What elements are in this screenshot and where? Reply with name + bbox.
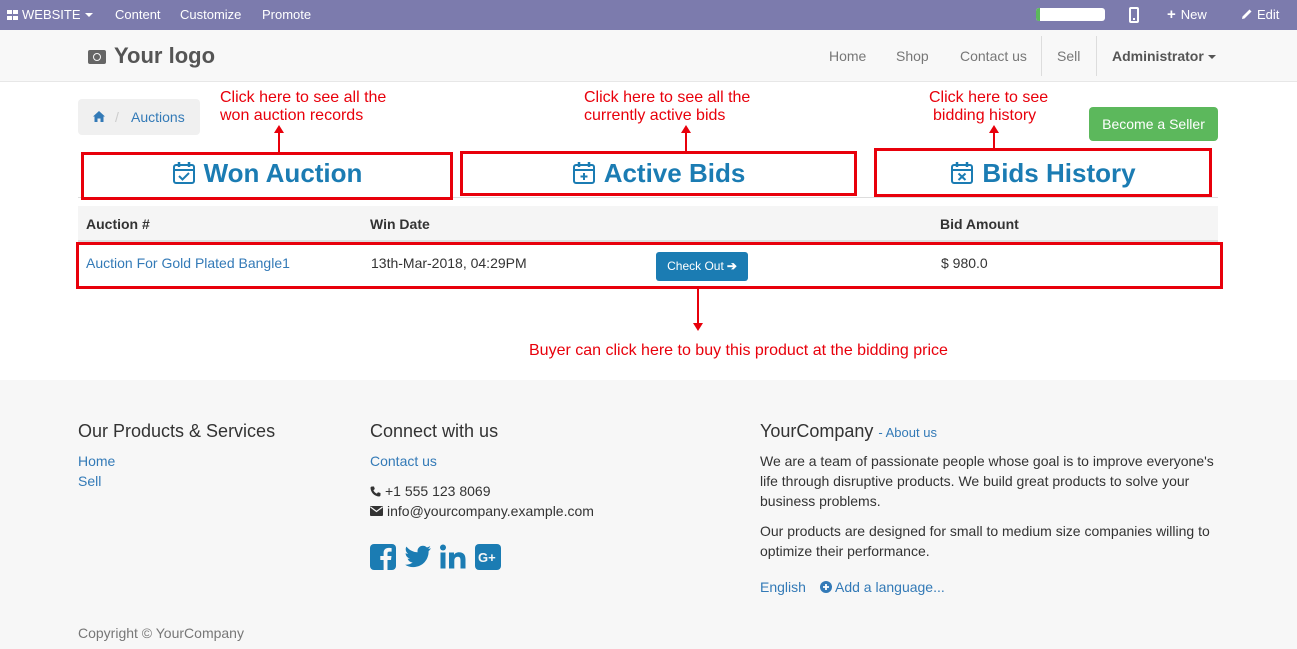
progress-fill bbox=[1036, 8, 1041, 21]
footer-connect-title: Connect with us bbox=[370, 421, 499, 441]
new-button[interactable]: + New bbox=[1167, 0, 1207, 30]
caret-down-icon bbox=[84, 13, 93, 17]
plus-icon: + bbox=[1167, 6, 1176, 23]
footer-company-title: YourCompany - About us bbox=[760, 421, 937, 442]
highlight-won-row bbox=[76, 242, 1223, 289]
logo-text: Your logo bbox=[114, 43, 216, 68]
arrow-up-icon bbox=[681, 125, 691, 151]
highlight-active-bids bbox=[460, 151, 857, 196]
google-plus-icon[interactable]: G+ bbox=[475, 544, 501, 570]
phone-number: +1 555 123 8069 bbox=[385, 483, 491, 499]
footer-contact-link[interactable]: Contact us bbox=[370, 453, 437, 469]
pencil-icon bbox=[1242, 9, 1252, 19]
annotation-active-line1: Click here to see all the bbox=[584, 89, 751, 106]
website-menu[interactable]: WEBSITE bbox=[7, 0, 93, 30]
content-menu[interactable]: Content bbox=[115, 0, 161, 30]
edit-button[interactable]: Edit bbox=[1241, 0, 1279, 30]
linkedin-icon[interactable] bbox=[440, 544, 467, 570]
company-description: We are a team of passionate people whose… bbox=[760, 453, 1214, 509]
footer-link-sell[interactable]: Sell bbox=[78, 473, 101, 489]
company-description-2: Our products are designed for small to m… bbox=[760, 523, 1210, 559]
column-win-date: Win Date bbox=[370, 216, 430, 232]
promote-menu[interactable]: Promote bbox=[262, 0, 311, 30]
annotation-active-line2: currently active bids bbox=[584, 107, 726, 124]
nav-shop[interactable]: Shop bbox=[896, 30, 929, 82]
phone-icon bbox=[370, 486, 381, 497]
annotation-history-line1: Click here to see bbox=[929, 89, 1049, 106]
nav-contact-us[interactable]: Contact us bbox=[960, 30, 1027, 82]
home-icon[interactable] bbox=[93, 111, 105, 122]
website-label: WEBSITE bbox=[22, 7, 81, 22]
footer-products-title: Our Products & Services bbox=[78, 421, 276, 441]
annotation-history-line2: bidding history bbox=[933, 107, 1037, 124]
company-name: YourCompany bbox=[760, 421, 874, 441]
footer-link-home[interactable]: Home bbox=[78, 453, 115, 469]
new-label: New bbox=[1180, 7, 1207, 22]
twitter-icon[interactable] bbox=[405, 544, 432, 570]
nav-sell[interactable]: Sell bbox=[1057, 30, 1080, 82]
envelope-icon bbox=[370, 506, 383, 516]
nav-divider bbox=[1041, 36, 1042, 76]
copyright: Copyright © YourCompany bbox=[78, 625, 244, 641]
nav-home[interactable]: Home bbox=[829, 30, 866, 82]
highlight-bids-history bbox=[874, 148, 1212, 197]
annotation-won: Click here to see all the won auction re… bbox=[220, 89, 386, 125]
arrow-down-icon bbox=[693, 289, 703, 331]
user-menu[interactable]: Administrator bbox=[1112, 30, 1216, 82]
breadcrumb-auctions[interactable]: Auctions bbox=[131, 109, 185, 125]
annotation-active: Click here to see all the currently acti… bbox=[584, 89, 750, 125]
email-address: info@yourcompany.example.com bbox=[387, 503, 594, 519]
grid-icon bbox=[7, 10, 18, 20]
column-auction: Auction # bbox=[86, 216, 150, 232]
annotation-checkout: Buyer can click here to buy this product… bbox=[529, 342, 948, 359]
breadcrumb-separator: / bbox=[115, 109, 119, 125]
customize-menu[interactable]: Customize bbox=[180, 0, 241, 30]
arrow-up-icon bbox=[274, 125, 284, 153]
annotation-won-line2: won auction records bbox=[220, 107, 364, 124]
site-header: Your logo Home Shop Contact us Sell Admi… bbox=[0, 30, 1297, 82]
edit-label: Edit bbox=[1257, 7, 1280, 22]
add-language-label: Add a language... bbox=[835, 579, 945, 595]
svg-text:G+: G+ bbox=[478, 550, 496, 565]
annotation-history: Click here to see bidding history bbox=[929, 89, 1048, 125]
caret-down-icon bbox=[1207, 55, 1216, 59]
add-language-link[interactable]: Add a language... bbox=[820, 579, 945, 595]
table-header: Auction # Win Date Bid Amount bbox=[78, 206, 1218, 242]
become-seller-button[interactable]: Become a Seller bbox=[1089, 107, 1218, 141]
camera-icon bbox=[88, 50, 106, 64]
nav-divider bbox=[1096, 36, 1097, 76]
language-english[interactable]: English bbox=[760, 579, 806, 595]
footer-phone: +1 555 123 8069 bbox=[370, 481, 491, 501]
user-label: Administrator bbox=[1112, 48, 1204, 64]
column-bid-amount: Bid Amount bbox=[940, 216, 1019, 232]
footer-email: info@yourcompany.example.com bbox=[370, 501, 594, 521]
annotation-won-line1: Click here to see all the bbox=[220, 89, 387, 106]
about-us-link[interactable]: - About us bbox=[878, 425, 937, 440]
plus-circle-icon bbox=[820, 581, 832, 593]
arrow-up-icon bbox=[989, 125, 999, 148]
highlight-won-auction bbox=[81, 152, 453, 200]
admin-bar: WEBSITE Content Customize Promote + New E… bbox=[0, 0, 1297, 30]
facebook-icon[interactable] bbox=[370, 544, 397, 570]
breadcrumb: / Auctions bbox=[78, 99, 200, 135]
logo[interactable]: Your logo bbox=[88, 43, 215, 69]
progress-bar bbox=[1036, 8, 1105, 21]
mobile-preview-icon[interactable] bbox=[1129, 7, 1139, 23]
